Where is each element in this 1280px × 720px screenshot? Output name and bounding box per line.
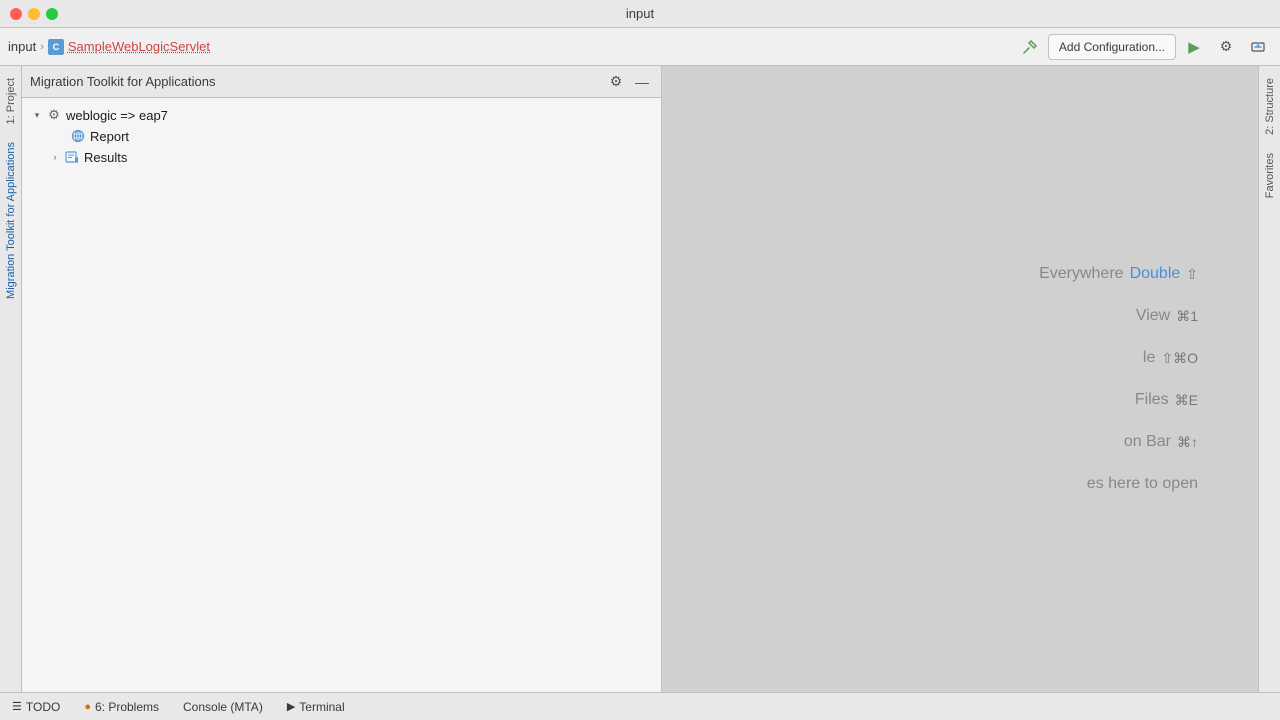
problems-tab[interactable]: ● 6: Problems xyxy=(80,698,163,716)
hint-text-2: View xyxy=(1136,307,1170,325)
panel-title: Migration Toolkit for Applications xyxy=(30,74,215,89)
hint-text-6: es here to open xyxy=(1087,475,1198,493)
panel-collapse-button[interactable]: — xyxy=(631,71,653,93)
hint-line-4: Files ⌘E xyxy=(1135,391,1198,409)
terminal-icon: ▶ xyxy=(287,700,295,713)
window-title: input xyxy=(626,6,654,21)
hint-key-5: ⌘↑ xyxy=(1177,434,1198,451)
tree-toggle-report xyxy=(54,129,68,143)
breadcrumb: input › C SampleWebLogicServlet xyxy=(8,39,210,55)
right-sidebar-tabs: 2: Structure Favorites xyxy=(1258,66,1280,692)
hint-text-5: on Bar xyxy=(1124,433,1171,451)
window-controls xyxy=(10,8,58,20)
results-icon xyxy=(64,149,80,165)
settings-button[interactable]: ⚙ xyxy=(1212,33,1240,61)
hint-key-1: ⇧ xyxy=(1186,266,1198,283)
panel-area: Migration Toolkit for Applications ⚙ — ▾… xyxy=(22,66,662,692)
hint-action-1: Double xyxy=(1130,265,1181,283)
add-configuration-button[interactable]: Add Configuration... xyxy=(1048,34,1176,60)
console-tab[interactable]: Console (MTA) xyxy=(179,698,267,716)
tree-root-item[interactable]: ▾ ⚙ weblogic => eap7 xyxy=(26,105,657,125)
hint-key-4: ⌘E xyxy=(1175,392,1198,409)
panel-settings-button[interactable]: ⚙ xyxy=(605,71,627,93)
close-button[interactable] xyxy=(10,8,22,20)
hint-line-6: es here to open xyxy=(1087,475,1198,493)
tree-toggle-root[interactable]: ▾ xyxy=(30,108,44,122)
hint-line-2: View ⌘1 xyxy=(1136,307,1198,325)
tree-root-label: weblogic => eap7 xyxy=(66,108,168,123)
panel-header-actions: ⚙ — xyxy=(605,71,653,93)
hint-key-3: ⇧⌘O xyxy=(1161,350,1198,367)
todo-icon: ☰ xyxy=(12,700,22,713)
hint-text-3: le xyxy=(1143,349,1155,367)
class-icon: C xyxy=(48,39,64,55)
tree-container: ▾ ⚙ weblogic => eap7 Report xyxy=(22,98,661,692)
panel-header: Migration Toolkit for Applications ⚙ — xyxy=(22,66,661,98)
run-config-icon-button[interactable] xyxy=(1016,33,1044,61)
status-bar: ☰ TODO ● 6: Problems Console (MTA) ▶ Ter… xyxy=(0,692,1280,720)
tree-results-label: Results xyxy=(84,150,127,165)
todo-tab[interactable]: ☰ TODO xyxy=(8,698,64,716)
console-label: Console (MTA) xyxy=(183,700,263,714)
tree-report-label: Report xyxy=(90,129,129,144)
maximize-button[interactable] xyxy=(46,8,58,20)
report-globe-icon xyxy=(70,128,86,144)
sidebar-item-favorites[interactable]: Favorites xyxy=(1261,145,1279,206)
panel-settings-icon: ⚙ xyxy=(610,73,623,90)
hint-text-1: Everywhere xyxy=(1039,265,1123,283)
hint-line-1: Everywhere Double ⇧ xyxy=(1039,265,1198,283)
sidebar-item-mta[interactable]: Migration Toolkit for Applications xyxy=(2,134,20,307)
left-sidebar-tabs: 1: Project Migration Toolkit for Applica… xyxy=(0,66,22,692)
class-name[interactable]: SampleWebLogicServlet xyxy=(68,39,210,54)
tree-report-item[interactable]: Report xyxy=(26,126,657,146)
sidebar-item-project[interactable]: 1: Project xyxy=(2,70,20,132)
tree-toggle-results[interactable]: › xyxy=(48,150,62,164)
problems-label: 6: Problems xyxy=(95,700,159,714)
panel-collapse-icon: — xyxy=(635,74,649,90)
hint-key-2: ⌘1 xyxy=(1176,308,1198,325)
terminal-tab[interactable]: ▶ Terminal xyxy=(283,698,349,716)
breadcrumb-separator: › xyxy=(40,41,44,53)
warning-icon: ● xyxy=(84,701,91,713)
nav-actions: Add Configuration... ▶ ⚙ xyxy=(1016,33,1272,61)
hint-line-3: le ⇧⌘O xyxy=(1143,349,1198,367)
hint-text-4: Files xyxy=(1135,391,1169,409)
minimize-button[interactable] xyxy=(28,8,40,20)
hint-line-5: on Bar ⌘↑ xyxy=(1124,433,1198,451)
title-bar: input xyxy=(0,0,1280,28)
sidebar-item-structure[interactable]: 2: Structure xyxy=(1261,70,1279,143)
tree-results-item[interactable]: › Results xyxy=(26,147,657,167)
run-button[interactable]: ▶ xyxy=(1180,33,1208,61)
nav-bar: input › C SampleWebLogicServlet Add Conf… xyxy=(0,28,1280,66)
todo-label: TODO xyxy=(26,700,60,714)
main-layout: 1: Project Migration Toolkit for Applica… xyxy=(0,66,1280,692)
project-name[interactable]: input xyxy=(8,39,36,54)
coverage-button[interactable] xyxy=(1244,33,1272,61)
root-gear-icon: ⚙ xyxy=(46,107,62,123)
editor-area: Everywhere Double ⇧ View ⌘1 le ⇧⌘O Files… xyxy=(662,66,1258,692)
terminal-label: Terminal xyxy=(299,700,344,714)
